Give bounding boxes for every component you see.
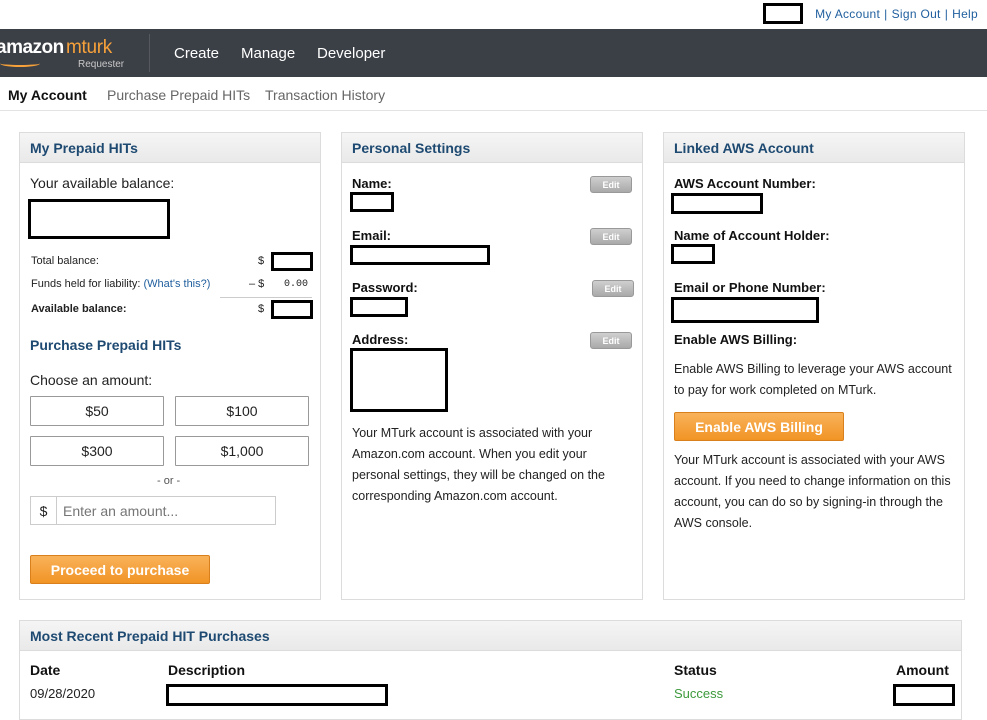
enable-aws-billing-text: Enable AWS Billing to leverage your AWS … xyxy=(674,362,952,397)
account-holder-label: Name of Account Holder: xyxy=(674,228,830,243)
prepaid-hits-panel: My Prepaid HITs Your available balance: … xyxy=(19,132,321,600)
main-header: amazon mturk Requester Create Manage Dev… xyxy=(0,29,987,77)
nav-developer[interactable]: Developer xyxy=(317,45,385,62)
column-header-date: Date xyxy=(30,662,61,678)
amount-100-button[interactable]: $100 xyxy=(175,396,309,426)
redacted-password xyxy=(350,297,408,317)
header-divider xyxy=(149,34,150,72)
email-phone-label: Email or Phone Number: xyxy=(674,280,826,295)
recent-purchases-panel: Most Recent Prepaid HIT Purchases Date D… xyxy=(19,620,962,720)
panel-title: My Prepaid HITs xyxy=(20,133,320,163)
dollar-sign: $ xyxy=(258,255,265,267)
separator: | xyxy=(944,7,949,21)
dollar-sign: $ xyxy=(258,303,265,315)
proceed-to-purchase-button[interactable]: Proceed to purchase xyxy=(30,555,210,584)
available-balance-label: Your available balance: xyxy=(30,175,175,191)
whats-this-link[interactable]: (What's this?) xyxy=(144,278,211,290)
edit-email-button[interactable]: Edit xyxy=(590,228,632,245)
funds-held-label: Funds held for liability: xyxy=(31,278,141,290)
redacted-email xyxy=(350,245,490,265)
tab-purchase-prepaid-hits[interactable]: Purchase Prepaid HITs xyxy=(107,87,250,103)
logo-word-mturk: mturk xyxy=(66,37,113,58)
amount-1000-button[interactable]: $1,000 xyxy=(175,436,309,466)
sign-out-link[interactable]: Sign Out xyxy=(892,7,941,21)
redacted-total xyxy=(271,252,313,271)
aws-account-number-label: AWS Account Number: xyxy=(674,176,816,191)
logo-word-amazon: amazon xyxy=(0,37,64,58)
dollar-addon: $ xyxy=(31,497,57,524)
logo-subtitle: Requester xyxy=(78,59,125,70)
tab-my-account[interactable]: My Account xyxy=(8,87,87,103)
my-account-link[interactable]: My Account xyxy=(815,7,880,21)
amazon-smile-icon xyxy=(0,60,40,67)
aws-account-note: Your MTurk account is associated with yo… xyxy=(674,453,951,530)
panel-title: Most Recent Prepaid HIT Purchases xyxy=(20,621,961,651)
divider xyxy=(220,297,312,298)
custom-amount-input[interactable] xyxy=(57,497,275,524)
funds-held-value: 0.00 xyxy=(284,279,309,290)
panel-title: Personal Settings xyxy=(342,133,642,163)
total-balance-label: Total balance: xyxy=(31,255,99,267)
personal-settings-panel: Personal Settings Name: Edit Email: Edit… xyxy=(341,132,643,600)
enable-aws-billing-label: Enable AWS Billing: xyxy=(674,332,798,347)
column-header-status: Status xyxy=(674,662,717,678)
redacted-name xyxy=(350,192,394,212)
redacted-amount xyxy=(893,684,955,706)
redacted-username xyxy=(763,3,803,24)
redacted-address xyxy=(350,348,448,412)
separator: | xyxy=(884,7,888,21)
amount-300-button[interactable]: $300 xyxy=(30,436,164,466)
column-header-description: Description xyxy=(168,662,246,678)
row-status: Success xyxy=(674,686,724,701)
nav-create[interactable]: Create xyxy=(174,45,219,62)
linked-aws-panel: Linked AWS Account AWS Account Number: N… xyxy=(663,132,965,600)
edit-password-button[interactable]: Edit xyxy=(592,280,634,297)
redacted-email-phone xyxy=(671,297,819,323)
column-header-amount: Amount xyxy=(896,662,949,678)
purchase-section-title: Purchase Prepaid HITs xyxy=(30,337,182,353)
choose-amount-label: Choose an amount: xyxy=(30,372,153,388)
redacted-aws-account-number xyxy=(671,193,763,214)
tab-transaction-history[interactable]: Transaction History xyxy=(265,87,385,103)
funds-held-prefix: – $ xyxy=(249,278,265,290)
utility-bar: My Account | Sign Out | Help xyxy=(0,0,987,29)
custom-amount-group: $ xyxy=(30,496,276,525)
utility-links: My Account | Sign Out | Help xyxy=(815,7,978,21)
row-date: 09/28/2020 xyxy=(30,686,96,701)
password-label: Password: xyxy=(352,280,418,295)
sub-navigation: My Account Purchase Prepaid HITs Transac… xyxy=(0,77,987,111)
name-label: Name: xyxy=(352,176,392,191)
panel-title: Linked AWS Account xyxy=(664,133,964,163)
edit-address-button[interactable]: Edit xyxy=(590,332,632,349)
redacted-description xyxy=(166,684,388,706)
personal-settings-note: Your MTurk account is associated with yo… xyxy=(352,426,605,503)
amount-50-button[interactable]: $50 xyxy=(30,396,164,426)
edit-name-button[interactable]: Edit xyxy=(590,176,632,193)
or-divider-text: - or - xyxy=(157,475,181,487)
help-link[interactable]: Help xyxy=(952,7,978,21)
nav-manage[interactable]: Manage xyxy=(241,45,295,62)
enable-aws-billing-button[interactable]: Enable AWS Billing xyxy=(674,412,844,441)
redacted-balance xyxy=(28,199,170,239)
email-label: Email: xyxy=(352,228,392,243)
redacted-account-holder xyxy=(671,244,715,264)
redacted-available xyxy=(271,300,313,319)
amazon-mturk-logo[interactable]: amazon mturk Requester xyxy=(0,37,146,71)
available-row-label: Available balance: xyxy=(31,303,127,315)
address-label: Address: xyxy=(352,332,409,347)
funds-held-row: Funds held for liability: (What's this?) xyxy=(31,278,210,290)
